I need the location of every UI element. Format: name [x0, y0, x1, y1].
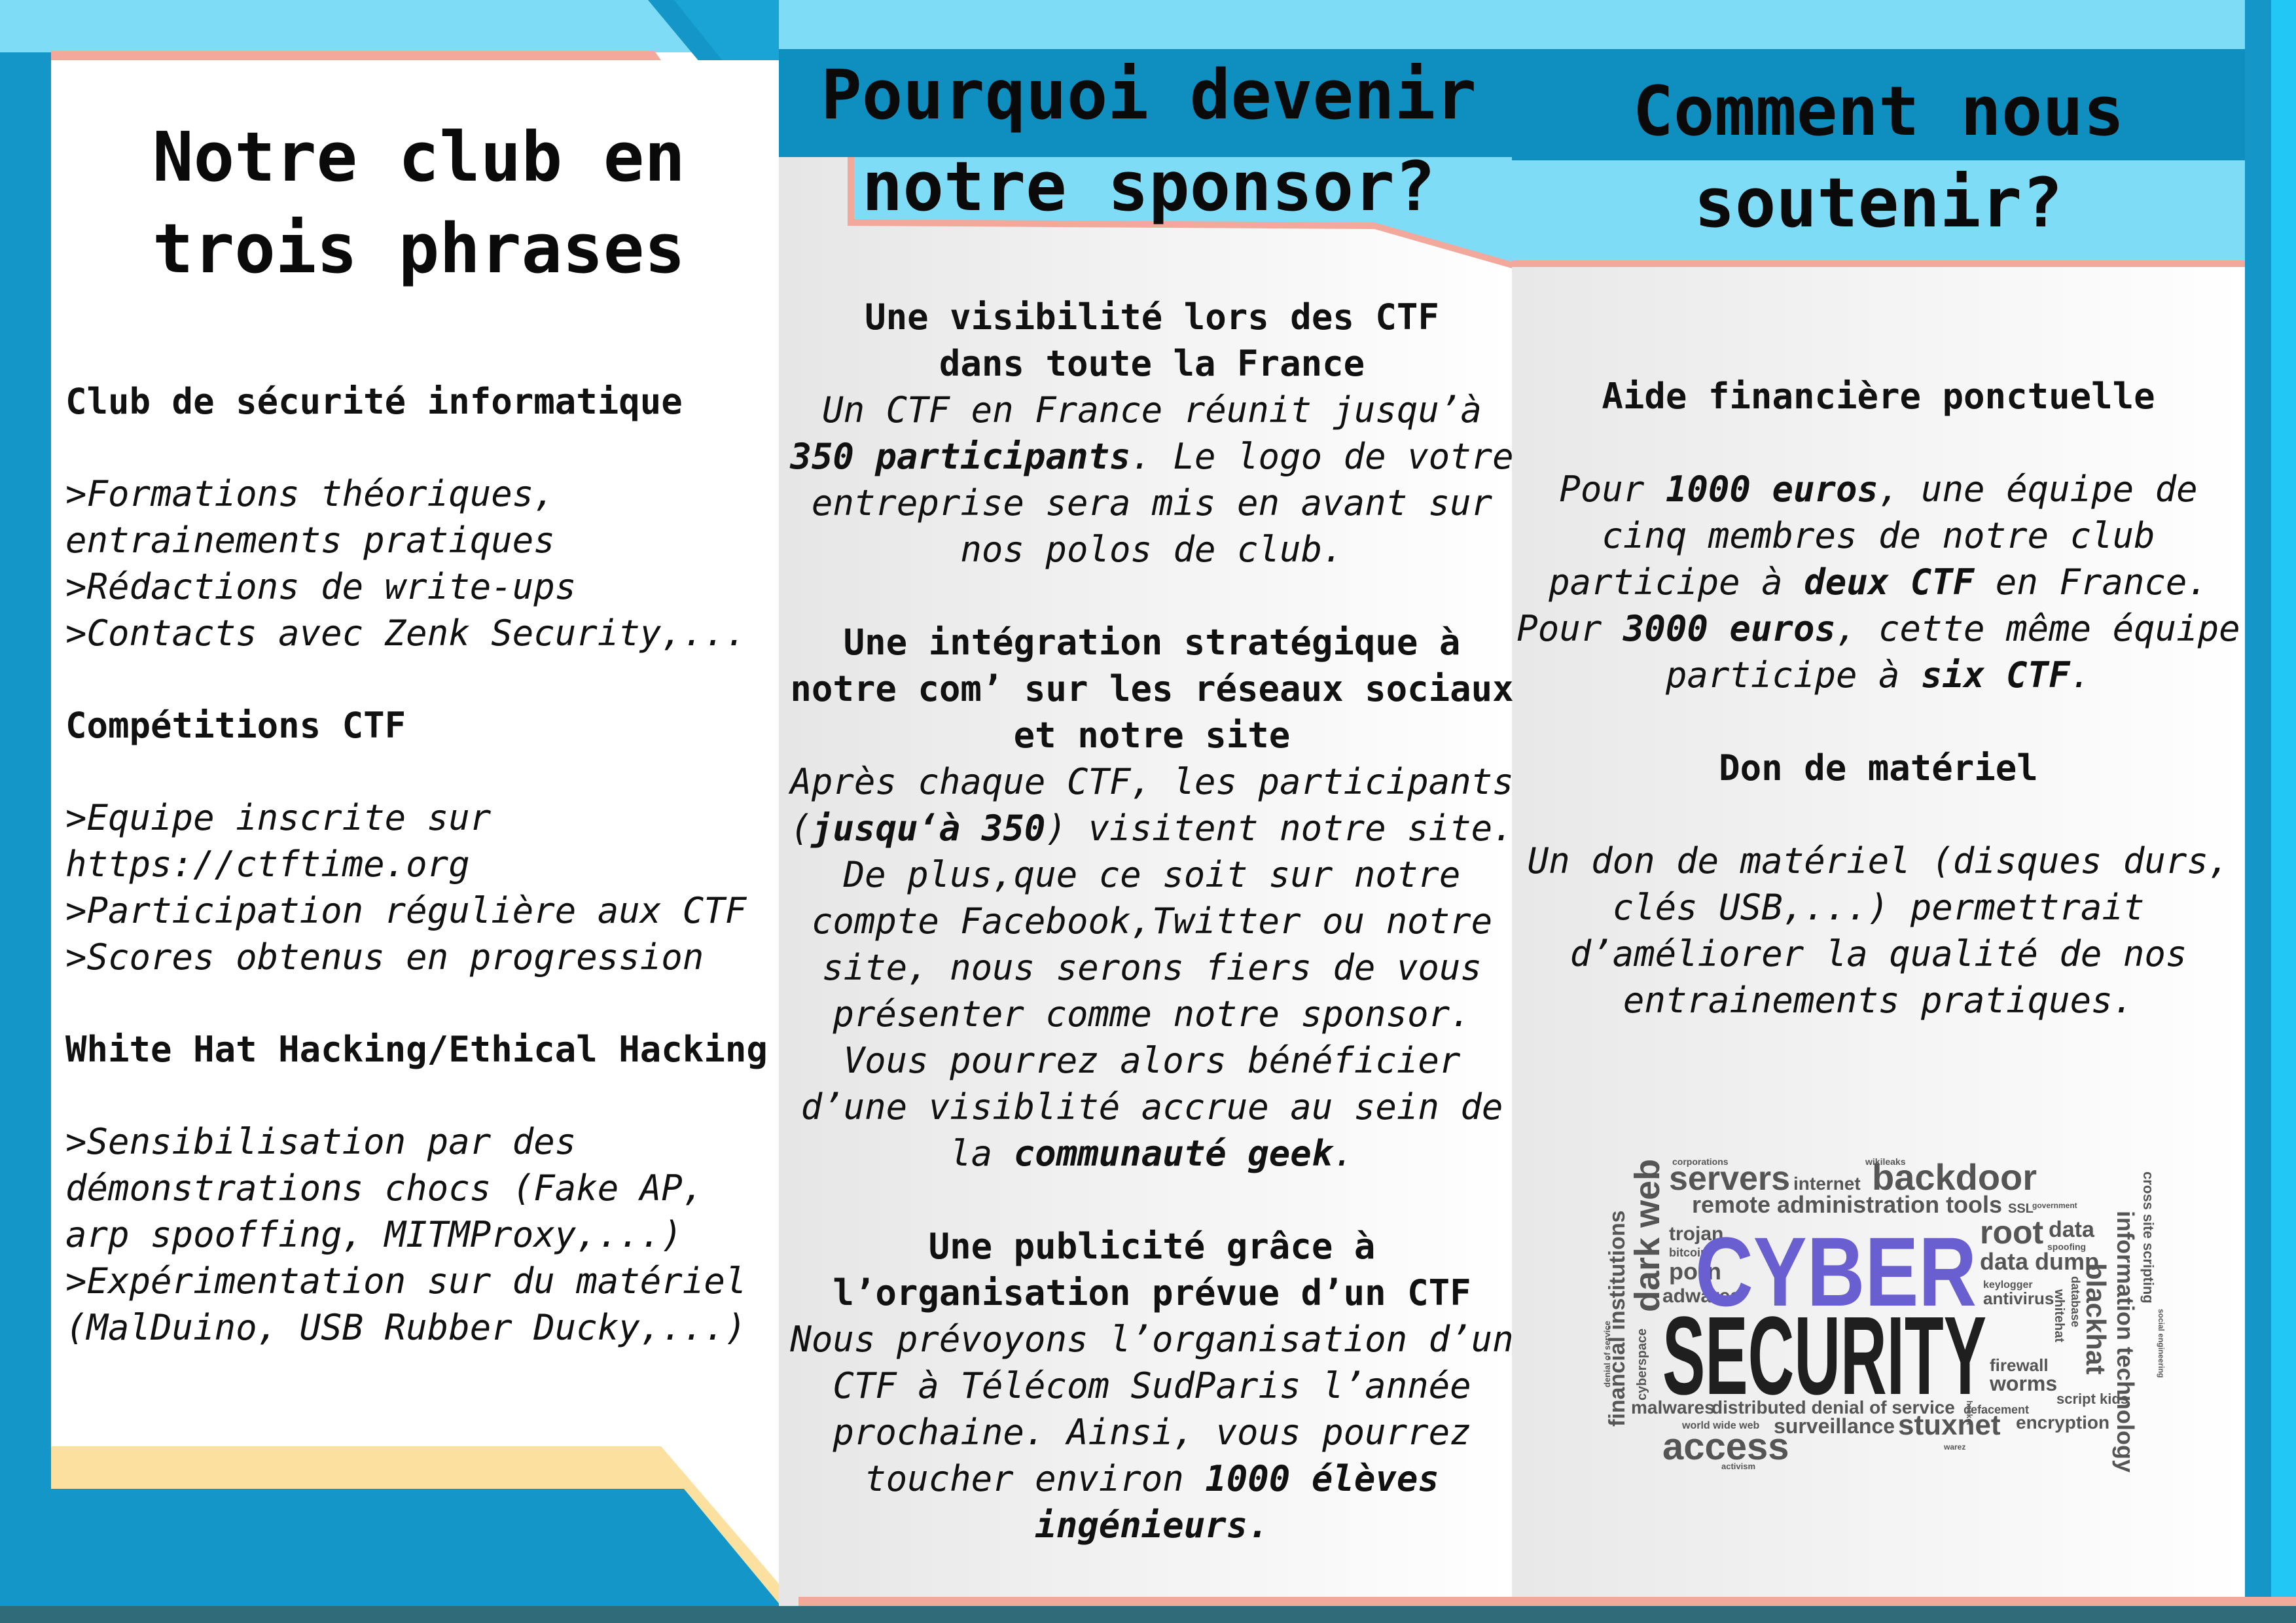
- cloud-word: data: [2049, 1217, 2095, 1242]
- list-item: >Formations théoriques,: [65, 473, 555, 514]
- list-item: entrainements pratiques: [65, 520, 555, 561]
- panel2-title: Pourquoi devenir notre sponsor?: [821, 55, 1477, 226]
- text-emphasis: 3000 euros: [1623, 608, 1836, 649]
- panel1-title: Notre club en trois phrases: [152, 117, 685, 289]
- left-edge-strip: [0, 0, 51, 1623]
- list-item: >Sensibilisation par des: [65, 1121, 577, 1162]
- bottom-left-blue: [0, 1489, 779, 1623]
- text-emphasis: jusqu‘à 350: [811, 808, 1046, 849]
- cloud-word: database: [2069, 1276, 2082, 1327]
- panel1-section-ctf: Compétitions CTF >Equipe inscrite sur ht…: [65, 702, 798, 980]
- panel2-section-publicity: Une publicité grâce à l’organisation pré…: [789, 1223, 1515, 1548]
- list-item: >Expérimentation sur du matériel: [65, 1260, 747, 1302]
- section-text: Un CTF en France réunit jusqu’à 350 part…: [789, 387, 1515, 573]
- cloud-word: encryption: [2016, 1412, 2109, 1433]
- panel2-body: Une visibilité lors des CTF dans toute l…: [789, 294, 1515, 1595]
- section-heading: Une publicité grâce à l’organisation pré…: [789, 1223, 1515, 1316]
- panel2-section-visibility: Une visibilité lors des CTF dans toute l…: [789, 294, 1515, 573]
- cloud-word: dark web: [1628, 1159, 1667, 1312]
- heading-line: Une publicité grâce à: [928, 1226, 1376, 1267]
- section-text: Nous prévoyons l’organisation d’un CTF à…: [789, 1316, 1515, 1548]
- panel1-section-whitehat: White Hat Hacking/Ethical Hacking >Sensi…: [65, 1026, 798, 1351]
- panel3-section-financial: Aide financière ponctuelle Pour 1000 eur…: [1515, 373, 2242, 698]
- section-text: Après chaque CTF, les participants (jusq…: [789, 758, 1515, 1177]
- text-emphasis: deux CTF: [1804, 562, 1975, 603]
- section-heading: Club de sécurité informatique: [65, 381, 683, 422]
- section-heading: Aide financière ponctuelle: [1602, 376, 2155, 417]
- text-run: .: [1333, 1133, 1354, 1174]
- cloud-word: script kids: [2056, 1391, 2128, 1407]
- bullet-list: >Equipe inscrite sur https://ctftime.org…: [65, 794, 798, 980]
- list-item: >Scores obtenus en progression: [65, 936, 704, 978]
- section-heading: Une intégration stratégique à notre com’…: [789, 619, 1515, 758]
- left-edge-bottom: [0, 1446, 51, 1623]
- section-heading: Une visibilité lors des CTF dans toute l…: [789, 294, 1515, 387]
- text-emphasis: communauté geek: [1013, 1133, 1333, 1174]
- section-heading: Don de matériel: [1719, 747, 2038, 789]
- heading-line: l’organisation prévue d’un CTF: [833, 1272, 1471, 1313]
- cloud-word: cross site scripting: [2140, 1171, 2157, 1304]
- list-item: démonstrations chocs (Fake AP,: [65, 1168, 704, 1209]
- section-heading: Compétitions CTF: [65, 705, 406, 746]
- list-item: arp spooffing, MITMProxy,...): [65, 1214, 683, 1255]
- cloud-word: warez: [1943, 1442, 1965, 1452]
- text-run: .: [2070, 654, 2092, 696]
- panel3-title: Comment nous soutenir?: [1632, 71, 2125, 243]
- panel2-section-integration: Une intégration stratégique à notre com’…: [789, 619, 1515, 1177]
- cloud-word: financial institutions: [1605, 1210, 1630, 1427]
- text-emphasis: 350 participants: [790, 436, 1131, 477]
- list-item: https://ctftime.org: [65, 844, 470, 885]
- cloud-word: root: [1980, 1214, 2044, 1251]
- text-run: Pour: [1559, 469, 1666, 510]
- heading-line: et notre site: [1013, 715, 1291, 756]
- panel1-body: Club de sécurité informatique >Formation…: [65, 378, 798, 1397]
- section-text: Pour 1000 euros, une équipe de cinq memb…: [1515, 466, 2242, 698]
- cloud-word-security: SECURITY: [1662, 1294, 1986, 1418]
- text-emphasis: six CTF: [1921, 654, 2070, 696]
- cloud-word: cyberspace: [1635, 1329, 1649, 1400]
- list-item: >Equipe inscrite sur: [65, 797, 492, 838]
- bullet-list: >Formations théoriques, entrainements pr…: [65, 471, 798, 656]
- cyber-security-word-cloud: corporations wikileaks servers internet …: [1597, 1113, 2173, 1479]
- list-item: >Contacts avec Zenk Security,...: [65, 613, 747, 654]
- cloud-word: information technology: [2112, 1211, 2139, 1472]
- cloud-word: activism: [1721, 1461, 1755, 1471]
- right-edge-strip-light: [2271, 0, 2296, 1623]
- right-top-light: [1512, 0, 2245, 49]
- cloud-word: social engineering: [2157, 1309, 2166, 1378]
- cloud-word: whitehat: [2052, 1289, 2066, 1342]
- bottom-left-teal: [0, 1606, 798, 1623]
- section-heading: White Hat Hacking/Ethical Hacking: [65, 1029, 768, 1070]
- left-top-salmon: [51, 51, 661, 60]
- section-text: Un don de matériel (disques durs, clés U…: [1515, 838, 2242, 1024]
- panel3-section-equipment: Don de matériel Un don de matériel (disq…: [1515, 745, 2242, 1024]
- heading-line: Une visibilité lors des CTF: [865, 296, 1439, 338]
- bottom-salmon-line: [798, 1597, 2296, 1606]
- text-run: Un CTF en France réunit jusqu’à: [822, 389, 1482, 431]
- list-item: >Participation régulière aux CTF: [65, 890, 747, 931]
- heading-line: notre com’ sur les réseaux sociaux: [790, 668, 1514, 709]
- heading-line: Une intégration stratégique à: [843, 622, 1461, 663]
- cloud-word: blackhat: [2081, 1263, 2111, 1374]
- cloud-word: antivirus: [1983, 1289, 2054, 1308]
- panel3-body: Aide financière ponctuelle Pour 1000 eur…: [1515, 373, 2242, 1070]
- cloud-word: government: [2032, 1201, 2077, 1210]
- text-run: Un don de matériel (disques durs, clés U…: [1527, 840, 2230, 1021]
- cloud-word: worms: [1989, 1372, 2057, 1395]
- bullet-list: >Sensibilisation par des démonstrations …: [65, 1118, 798, 1351]
- text-run: ) visitent notre site. De plus,que ce so…: [800, 808, 1514, 1174]
- heading-line: dans toute la France: [939, 343, 1365, 384]
- text-emphasis: 1000 euros: [1665, 469, 1878, 510]
- cloud-word: remote administration tools: [1692, 1191, 2002, 1218]
- panel1-section-club: Club de sécurité informatique >Formation…: [65, 378, 798, 656]
- right-title-salmon: [1512, 260, 2245, 267]
- list-item: (MalDuino, USB Rubber Ducky,...): [65, 1307, 747, 1348]
- list-item: >Rédactions de write-ups: [65, 566, 577, 607]
- right-edge-strip-dark: [2245, 0, 2271, 1623]
- cloud-word: denial of service: [1602, 1321, 1612, 1387]
